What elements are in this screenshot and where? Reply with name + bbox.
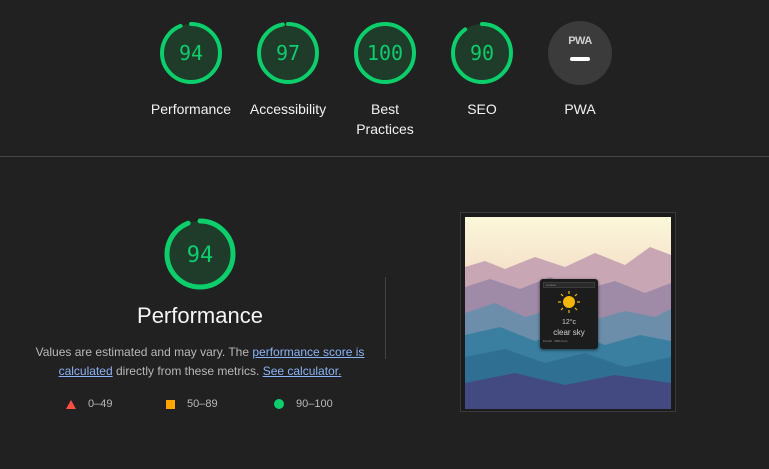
performance-summary: 94 Performance Values are estimated and …: [30, 216, 370, 381]
final-screenshot-thumbnail[interactable]: location 12°c clear sky 6 km/h · 68% hum: [460, 212, 676, 412]
gauge-best-practices[interactable]: 100 Best Practices: [335, 20, 435, 139]
score-ring-icon: 97: [257, 22, 319, 84]
gauge-label: SEO: [467, 101, 497, 117]
widget-footer: 6 km/h · 68% hum: [543, 339, 568, 343]
see-calculator-link[interactable]: See calculator.: [263, 364, 342, 378]
weather-widget: location 12°c clear sky 6 km/h · 68% hum: [540, 279, 598, 349]
performance-score: 94: [187, 243, 214, 268]
gauge-accessibility[interactable]: 97 Accessibility: [238, 20, 338, 119]
gauge-score: 90: [470, 41, 494, 65]
desc-middle: directly from these metrics.: [112, 364, 263, 378]
circle-icon: [274, 399, 284, 409]
category-scores-header: 94 Performance 97 Accessibility 100 Best…: [0, 0, 769, 157]
widget-temperature: 12°c: [561, 319, 577, 326]
square-icon: [166, 399, 175, 409]
performance-score-ring-icon: 94: [164, 218, 236, 290]
triangle-icon: [66, 399, 76, 409]
legend-fail: 0–49: [66, 398, 112, 410]
sun-icon: [558, 291, 580, 313]
widget-condition: clear sky: [553, 328, 585, 337]
gauge-score: 100: [367, 41, 403, 65]
legend-average-label: 50–89: [187, 398, 218, 410]
legend-average: 50–89: [166, 398, 218, 410]
score-ring-icon: 94: [160, 22, 222, 84]
desc-prefix: Values are estimated and may vary. The: [35, 345, 253, 359]
gauge-score: 97: [276, 41, 300, 65]
score-ring-icon: 100: [354, 22, 416, 84]
gauge-performance[interactable]: 94 Performance: [141, 20, 241, 119]
score-ring-icon: 90: [451, 22, 513, 84]
pwa-badge-text: PWA: [568, 35, 592, 47]
legend-pass-label: 90–100: [296, 398, 333, 410]
gauge-pwa[interactable]: PWA PWA: [530, 20, 630, 119]
pwa-badge-icon: PWA: [548, 21, 612, 85]
legend-pass: 90–100: [274, 398, 333, 410]
gauge-label: PWA: [564, 101, 596, 117]
gauge-label: Accessibility: [249, 101, 327, 117]
gauge-score: 94: [179, 41, 203, 65]
performance-description: Values are estimated and may vary. The p…: [35, 343, 365, 381]
legend-fail-label: 0–49: [88, 398, 113, 410]
widget-search-input: location: [543, 282, 595, 288]
section-divider: [385, 277, 386, 359]
gauge-label: Best Practices: [356, 101, 414, 137]
gauge-label: Performance: [150, 101, 232, 117]
gauge-seo[interactable]: 90 SEO: [432, 20, 532, 119]
screenshot-image: location 12°c clear sky 6 km/h · 68% hum: [465, 217, 671, 409]
performance-title: Performance: [137, 303, 263, 328]
score-legend: 0–49 50–89 90–100: [64, 398, 354, 414]
